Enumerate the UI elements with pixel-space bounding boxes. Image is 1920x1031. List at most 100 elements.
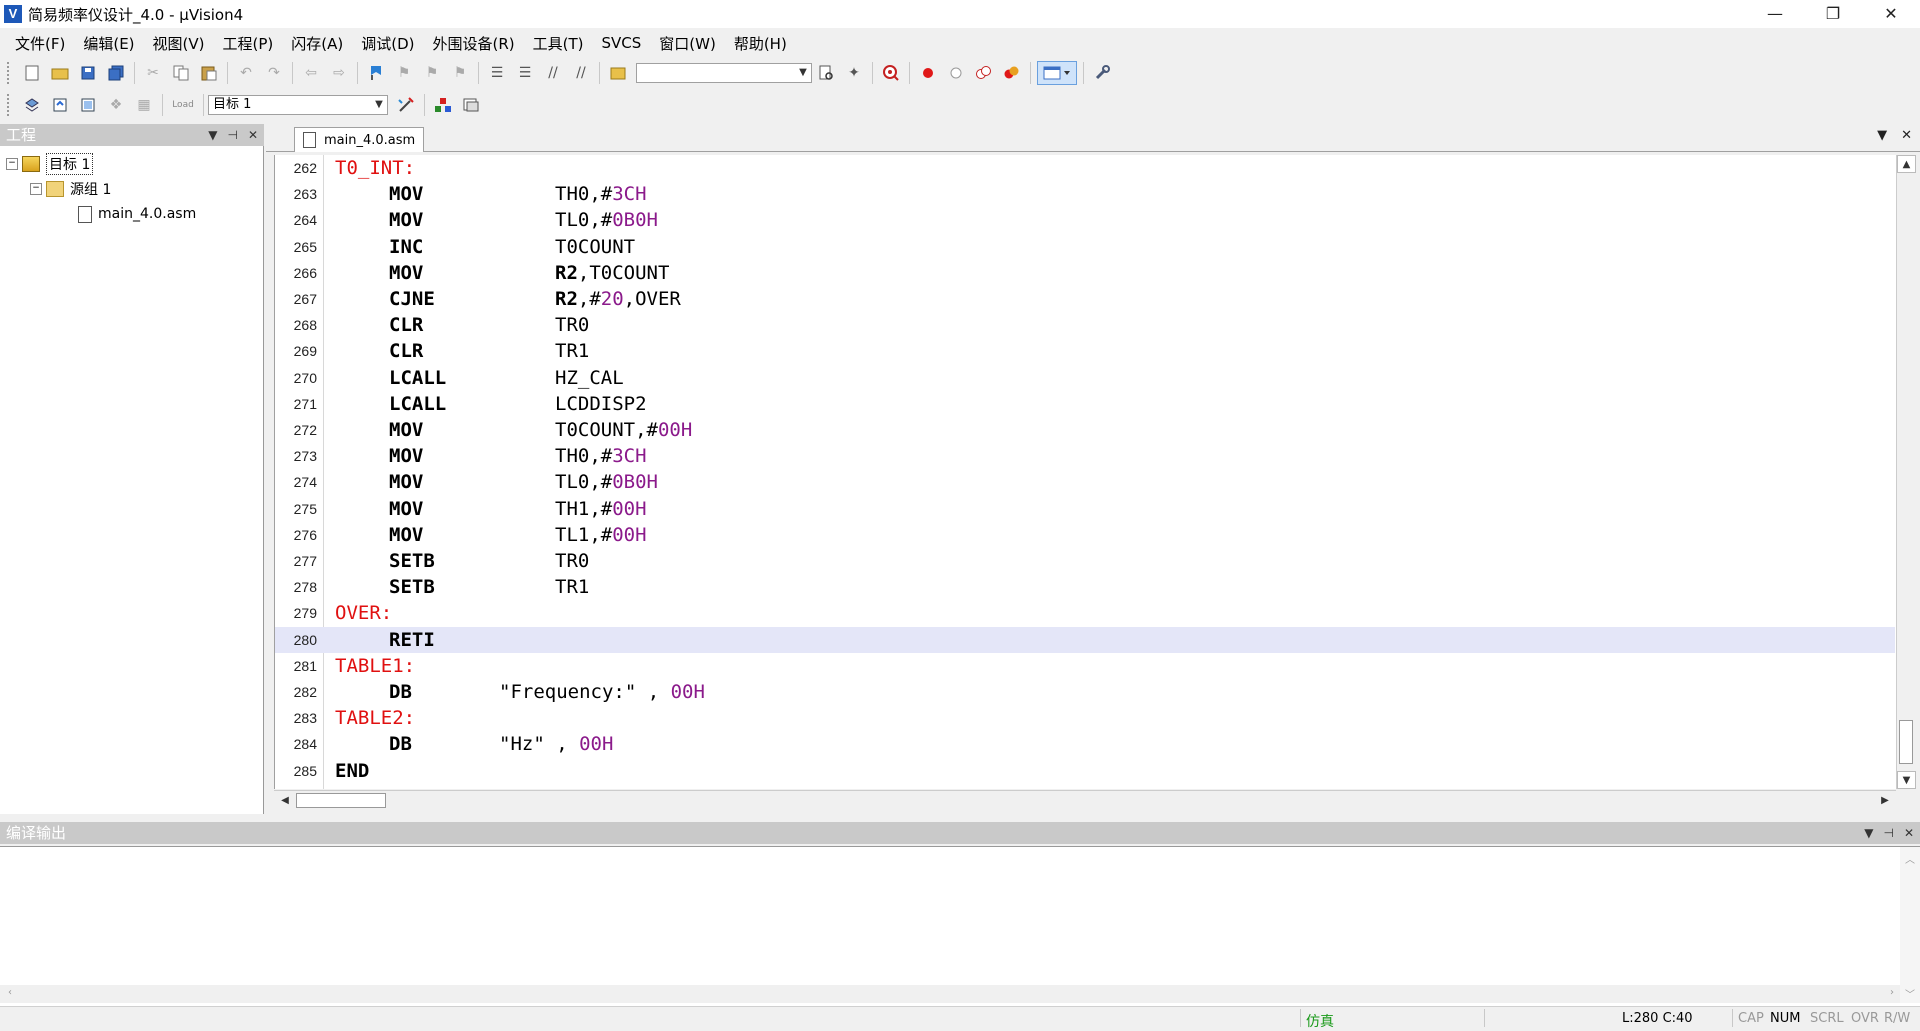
code-line[interactable]: 280 RETI bbox=[275, 626, 1895, 653]
window-layout-icon[interactable] bbox=[1037, 61, 1077, 85]
tree-item-target[interactable]: − 目标 1 bbox=[6, 153, 94, 175]
code-line[interactable]: 276 MOV TL1,#00H bbox=[275, 522, 1895, 548]
code-editor[interactable]: 262 T0_INT: 263 MOV TH0,#3CH 264 MOV TL0,#0B0H 2… bbox=[274, 155, 1897, 789]
menu-help[interactable]: 帮助(H) bbox=[725, 33, 796, 54]
scroll-up-icon[interactable]: ▲ bbox=[1897, 155, 1916, 173]
target-options-icon[interactable] bbox=[394, 93, 418, 117]
code-line[interactable]: 285 END bbox=[275, 758, 1895, 784]
menu-view[interactable]: 视图(V) bbox=[144, 33, 214, 54]
vertical-scroll-thumb[interactable] bbox=[1899, 720, 1913, 764]
download-icon[interactable]: Load bbox=[169, 93, 197, 117]
code-line[interactable]: 281 TABLE1: bbox=[275, 653, 1895, 679]
disable-all-breakpoints-icon[interactable] bbox=[972, 61, 996, 85]
target-select[interactable]: 目标 1 ▼ bbox=[208, 95, 388, 115]
build-icon[interactable] bbox=[48, 93, 72, 117]
code-line[interactable]: 279 OVER: bbox=[275, 600, 1895, 626]
code-line[interactable]: 283 TABLE2: bbox=[275, 705, 1895, 731]
manage-books-icon[interactable] bbox=[459, 93, 483, 117]
restore-button[interactable]: ❐ bbox=[1804, 0, 1862, 28]
scroll-down-icon[interactable]: ▼ bbox=[1897, 771, 1916, 789]
scroll-right-icon[interactable]: › bbox=[1890, 987, 1894, 998]
scroll-down-icon[interactable]: ﹀ bbox=[1900, 986, 1920, 1001]
code-line[interactable]: 263 MOV TH0,#3CH bbox=[275, 181, 1895, 207]
save-icon[interactable] bbox=[76, 61, 100, 85]
toolbar-grip[interactable] bbox=[7, 94, 13, 116]
code-line[interactable]: 282 DB "Frequency:" , 00H bbox=[275, 679, 1895, 705]
menu-svcs[interactable]: SVCS bbox=[593, 34, 651, 52]
panel-menu-icon[interactable]: ▼ bbox=[208, 124, 217, 146]
uncomment-icon[interactable]: // bbox=[569, 61, 593, 85]
scroll-left-icon[interactable]: ◀ bbox=[276, 792, 294, 809]
code-line[interactable]: 268 CLR TR0 bbox=[275, 312, 1895, 338]
code-line[interactable]: 278 SETB TR1 bbox=[275, 574, 1895, 600]
kill-all-breakpoints-icon[interactable] bbox=[1000, 61, 1024, 85]
build-output[interactable]: ‹ › ︿ ﹀ bbox=[0, 846, 1920, 1006]
bookmark-icon[interactable] bbox=[364, 61, 388, 85]
code-line[interactable]: 271 LCALL LCDDISP2 bbox=[275, 391, 1895, 417]
close-panel-icon[interactable]: ✕ bbox=[248, 124, 258, 146]
pin-icon[interactable]: ⊣ bbox=[227, 124, 237, 146]
close-panel-icon[interactable]: ✕ bbox=[1904, 822, 1914, 844]
copy-icon[interactable] bbox=[169, 61, 193, 85]
rebuild-icon[interactable] bbox=[76, 93, 100, 117]
scroll-left-icon[interactable]: ‹ bbox=[8, 987, 12, 998]
start-debug-icon[interactable] bbox=[879, 61, 903, 85]
close-button[interactable]: ✕ bbox=[1862, 0, 1920, 28]
menu-window[interactable]: 窗口(W) bbox=[650, 33, 725, 54]
save-all-icon[interactable] bbox=[104, 61, 128, 85]
code-line[interactable]: 277 SETB TR0 bbox=[275, 548, 1895, 574]
code-line[interactable]: 267 CJNE R2,#20,OVER bbox=[275, 286, 1895, 312]
output-vertical-scrollbar[interactable]: ︿ ﹀ bbox=[1900, 847, 1920, 1003]
menu-debug[interactable]: 调试(D) bbox=[352, 33, 423, 54]
comment-icon[interactable]: // bbox=[541, 61, 565, 85]
panel-menu-icon[interactable]: ▼ bbox=[1864, 822, 1873, 844]
code-line[interactable]: 265 INC T0COUNT bbox=[275, 234, 1895, 260]
next-bookmark-icon[interactable]: ⚑ bbox=[420, 61, 444, 85]
menu-flash[interactable]: 闪存(A) bbox=[282, 33, 352, 54]
translate-icon[interactable] bbox=[20, 93, 44, 117]
tree-item-file[interactable]: main_4.0.asm bbox=[78, 203, 196, 225]
scroll-up-icon[interactable]: ︿ bbox=[1900, 851, 1920, 866]
paste-icon[interactable] bbox=[197, 61, 221, 85]
configure-icon[interactable] bbox=[1090, 61, 1114, 85]
collapse-icon[interactable]: − bbox=[6, 158, 18, 170]
find-in-files-icon[interactable] bbox=[606, 61, 630, 85]
undo-icon[interactable]: ↶ bbox=[234, 61, 258, 85]
collapse-icon[interactable]: − bbox=[30, 183, 42, 195]
menu-tools[interactable]: 工具(T) bbox=[524, 33, 593, 54]
code-line[interactable]: 270 LCALL HZ_CAL bbox=[275, 365, 1895, 391]
menu-edit[interactable]: 编辑(E) bbox=[74, 33, 143, 54]
find-combo[interactable]: ▼ bbox=[636, 63, 812, 83]
menu-file[interactable]: 文件(F) bbox=[6, 33, 74, 54]
navigate-back-icon[interactable]: ⇦ bbox=[299, 61, 323, 85]
open-file-icon[interactable] bbox=[48, 61, 72, 85]
batch-build-icon[interactable]: ❖ bbox=[104, 93, 128, 117]
unindent-icon[interactable]: ☰ bbox=[513, 61, 537, 85]
menu-project[interactable]: 工程(P) bbox=[214, 33, 283, 54]
stop-build-icon[interactable]: ▦ bbox=[132, 93, 156, 117]
close-tab-icon[interactable]: ✕ bbox=[1901, 128, 1912, 143]
tab-list-icon[interactable]: ▼ bbox=[1877, 128, 1887, 143]
manage-components-icon[interactable] bbox=[431, 93, 455, 117]
breakpoint-icon[interactable] bbox=[916, 61, 940, 85]
output-horizontal-scrollbar[interactable]: ‹ › bbox=[0, 985, 1900, 1003]
disable-breakpoint-icon[interactable] bbox=[944, 61, 968, 85]
editor-horizontal-scrollbar[interactable]: ◀ ▶ bbox=[274, 790, 1896, 810]
code-line[interactable]: 273 MOV TH0,#3CH bbox=[275, 443, 1895, 469]
indent-icon[interactable]: ☰ bbox=[485, 61, 509, 85]
toolbar-grip[interactable] bbox=[7, 62, 13, 84]
cut-icon[interactable]: ✂ bbox=[141, 61, 165, 85]
find-icon[interactable] bbox=[814, 61, 838, 85]
code-line[interactable]: 272 MOV T0COUNT,#00H bbox=[275, 417, 1895, 443]
code-line[interactable]: 264 MOV TL0,#0B0H bbox=[275, 207, 1895, 233]
minimize-button[interactable]: — bbox=[1746, 0, 1804, 28]
new-file-icon[interactable] bbox=[20, 61, 44, 85]
navigate-forward-icon[interactable]: ⇨ bbox=[327, 61, 351, 85]
prev-bookmark-icon[interactable]: ⚑ bbox=[392, 61, 416, 85]
code-line[interactable]: 269 CLR TR1 bbox=[275, 338, 1895, 364]
code-line[interactable]: 284 DB "Hz" , 00H bbox=[275, 731, 1895, 757]
tree-item-group[interactable]: − 源组 1 bbox=[30, 178, 111, 200]
code-line[interactable]: 262 T0_INT: bbox=[275, 155, 1895, 181]
menu-peripherals[interactable]: 外围设备(R) bbox=[423, 33, 523, 54]
tab-main-asm[interactable]: main_4.0.asm bbox=[294, 127, 424, 152]
